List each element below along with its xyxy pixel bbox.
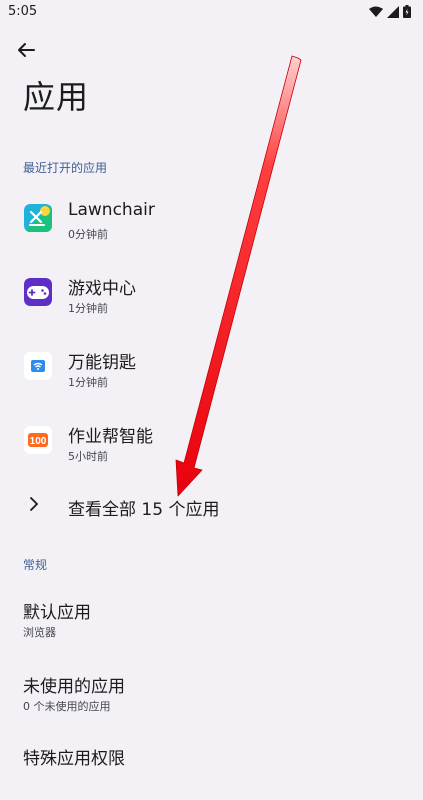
default-apps-item[interactable]: 默认应用 浏览器 [0,584,423,654]
app-row-zuoyebang[interactable]: 100 作业帮智能 5小时前 [0,406,423,476]
chevron-right-icon [30,497,38,511]
unused-apps-item[interactable]: 未使用的应用 0 个未使用的应用 [0,658,423,728]
setting-summary: 浏览器 [23,626,56,639]
recent-apps-header: 最近打开的应用 [23,161,108,175]
see-all-apps-label: 查看全部 15 个应用 [68,500,220,520]
app-name: 万能钥匙 [68,353,136,373]
wifi-key-icon [24,352,52,380]
app-last-opened: 1分钟前 [68,376,108,389]
app-last-opened: 5小时前 [68,450,108,463]
app-last-opened: 1分钟前 [68,302,108,315]
setting-title: 未使用的应用 [23,677,125,697]
general-header: 常规 [23,558,48,572]
app-last-opened: 0分钟前 [68,228,108,241]
wifi-icon [369,6,383,17]
lawnchair-icon [24,204,52,232]
back-button[interactable] [12,36,40,64]
arrow-back-icon [18,43,35,57]
app-name: 作业帮智能 [68,427,153,447]
page-title: 应用 [23,78,90,116]
app-name: 游戏中心 [68,279,136,299]
setting-title: 特殊应用权限 [23,749,125,769]
app-name: Lawnchair [68,200,155,220]
cellular-signal-icon [387,5,399,18]
special-app-access-item[interactable]: 特殊应用权限 [0,730,423,800]
status-time: 5:05 [8,4,38,19]
see-all-apps-button[interactable]: 查看全部 15 个应用 [0,478,423,534]
status-icons [369,5,411,18]
app-row-wifi-key[interactable]: 万能钥匙 1分钟前 [0,332,423,402]
app-row-lawnchair[interactable]: Lawnchair 0分钟前 [0,184,423,254]
zuoyebang-badge: 100 [30,436,47,447]
battery-icon [403,5,411,18]
game-center-icon [24,278,52,306]
zuoyebang-icon: 100 [24,426,52,454]
setting-summary: 0 个未使用的应用 [23,700,111,713]
status-bar: 5:05 [0,0,423,24]
setting-title: 默认应用 [23,603,91,623]
app-row-game-center[interactable]: 游戏中心 1分钟前 [0,258,423,328]
